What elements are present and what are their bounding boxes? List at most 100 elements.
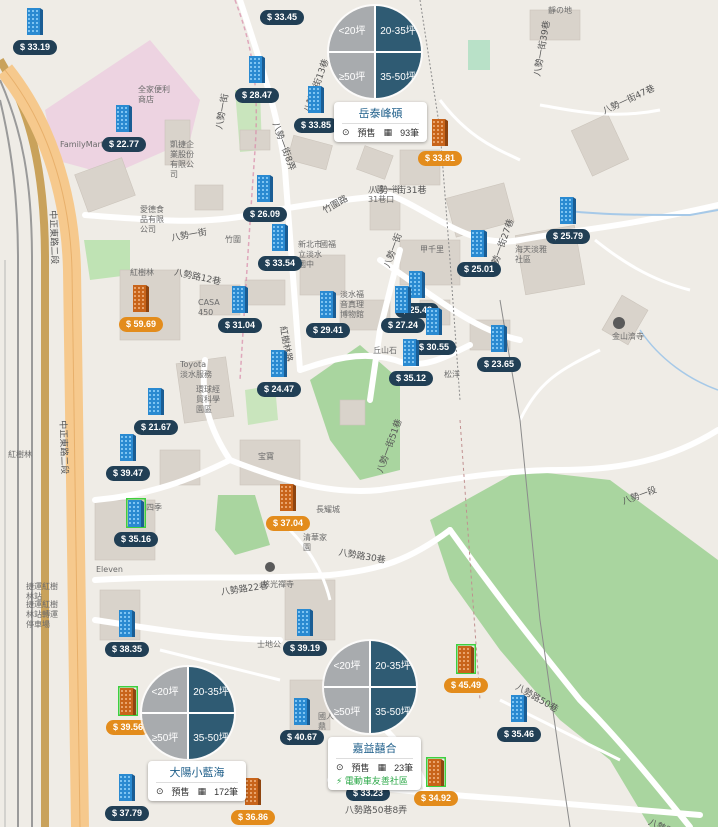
- size-bucket-bl[interactable]: ≥50坪: [324, 687, 370, 733]
- price-label[interactable]: $ 45.49: [443, 678, 489, 693]
- building-icon: [126, 498, 146, 528]
- size-bucket-tr[interactable]: 20-35坪: [188, 667, 234, 713]
- price-label[interactable]: $ 35.16: [113, 532, 159, 547]
- poi-zhuwei: 竹圍: [225, 235, 241, 244]
- price-label[interactable]: $ 34.92: [413, 791, 459, 806]
- poi-bus-stop: 八勢一街 31巷口: [368, 185, 400, 204]
- price-label[interactable]: $ 29.41: [305, 323, 351, 338]
- building-icon: [116, 105, 132, 132]
- building-icon: [118, 686, 138, 716]
- building-icon: [308, 86, 324, 113]
- cluster-yuetai-pie[interactable]: <20坪 20-35坪 ≥50坪 35-50坪: [329, 6, 421, 98]
- poi-tudigong: 士地公: [257, 640, 281, 649]
- sale-status: 預售: [351, 763, 370, 773]
- size-bucket-tr[interactable]: 20-35坪: [375, 6, 421, 52]
- price-label[interactable]: $ 36.86: [230, 810, 276, 825]
- map-canvas[interactable]: 八勢一街八勢一街八勢路12巷八勢一街13巷八勢一街8弄八勢一街51巷八勢一街31…: [0, 0, 718, 827]
- price-label[interactable]: $ 21.67: [133, 420, 179, 435]
- building-icon: [120, 434, 136, 461]
- building-icon: [456, 644, 476, 674]
- project-title[interactable]: 嘉益囍合: [336, 740, 414, 759]
- price-label[interactable]: $ 35.12: [388, 371, 434, 386]
- poi-baobao: 宝寶: [258, 452, 274, 461]
- poi-jiaqianli: 甲千里: [420, 245, 444, 254]
- price-label[interactable]: $ 31.04: [217, 318, 263, 333]
- temple-symbol-2: [265, 562, 275, 572]
- cluster-dayang-pie[interactable]: <20坪 20-35坪 ≥50坪 35-50坪: [142, 667, 234, 759]
- record-count: 172筆: [214, 787, 239, 797]
- building-list-icon: ▦: [377, 762, 387, 772]
- size-bucket-tl[interactable]: <20坪: [324, 641, 370, 687]
- building-icon: [280, 484, 296, 511]
- price-label[interactable]: $ 40.67: [279, 730, 325, 745]
- park-area-2: [215, 495, 270, 555]
- price-label[interactable]: $ 27.24: [380, 318, 426, 333]
- cluster-yuetai-card[interactable]: 岳泰峰碩 ⊙ 預售 ▦ 93筆: [334, 102, 428, 142]
- price-label[interactable]: $ 23.65: [476, 357, 522, 372]
- poi-jinshan-temple: 金山濟寺: [612, 332, 644, 341]
- price-label[interactable]: $ 33.19: [12, 40, 58, 55]
- price-label[interactable]: $ 37.04: [265, 516, 311, 531]
- price-label[interactable]: $ 35.46: [496, 727, 542, 742]
- project-title[interactable]: 大陽小藍海: [156, 764, 239, 783]
- building-icon: [560, 197, 576, 224]
- clock-icon: ⊙: [336, 762, 344, 772]
- cluster-dayang-card[interactable]: 大陽小藍海 ⊙ 預售 ▦ 172筆: [148, 761, 247, 801]
- project-meta: ⊙ 預售 ▦ 93筆: [342, 126, 419, 139]
- price-label[interactable]: $ 59.69: [118, 317, 164, 332]
- size-bucket-bl[interactable]: ≥50坪: [329, 52, 375, 98]
- building-icon: [119, 774, 135, 801]
- size-bucket-bl[interactable]: ≥50坪: [142, 713, 188, 759]
- building-icon: [249, 56, 265, 83]
- project-title[interactable]: 岳泰峰碩: [342, 105, 420, 124]
- price-label[interactable]: $ 38.35: [104, 642, 150, 657]
- price-label[interactable]: $ 37.79: [104, 806, 150, 821]
- poi-casa: CASA 450: [198, 298, 220, 317]
- building-list-icon: ▦: [197, 786, 207, 796]
- street-label-50-lane-8: 八勢路50巷8弄: [345, 806, 408, 816]
- poi-toyota: Toyota 淡水服務: [180, 360, 212, 379]
- poi-mrt-station: 捷運紅樹 林站: [26, 582, 58, 601]
- price-label[interactable]: $ 33.85: [293, 118, 339, 133]
- poi-guofu: 國福: [320, 240, 336, 249]
- building-icon: [403, 339, 419, 366]
- price-label[interactable]: $ 25.01: [456, 262, 502, 277]
- price-label[interactable]: $ 39.47: [105, 466, 151, 481]
- poi-songyang: 松洋: [444, 370, 460, 379]
- price-label[interactable]: $ 33.81: [417, 151, 463, 166]
- price-label[interactable]: $ 33.54: [257, 256, 303, 271]
- clock-icon: ⊙: [342, 127, 350, 137]
- ev-friendly-badge: ⚡ 電動車友善社區: [336, 776, 408, 786]
- project-meta: ⊙ 預售 ▦ 23筆: [336, 761, 413, 774]
- mrt-track: [0, 57, 49, 827]
- price-label[interactable]: $ 25.79: [545, 229, 591, 244]
- green-lot-2: [468, 40, 490, 70]
- price-label[interactable]: $ 28.47: [234, 88, 280, 103]
- poi-qiushan: 丘山石: [373, 346, 397, 355]
- building-list-icon: ▦: [383, 127, 393, 137]
- poi-familymart-1: 全家便利 商店: [138, 85, 170, 104]
- building-icon: [471, 230, 487, 257]
- price-label[interactable]: $ 39.19: [282, 641, 328, 656]
- size-bucket-br[interactable]: 35-50坪: [188, 713, 234, 759]
- size-bucket-tr[interactable]: 20-35坪: [370, 641, 416, 687]
- price-label[interactable]: $ 33.45: [259, 10, 305, 25]
- cluster-jiayi-card[interactable]: 嘉益囍合 ⊙ 預售 ▦ 23筆 ⚡ 電動車友善社區: [328, 737, 422, 790]
- price-label[interactable]: $ 22.77: [101, 137, 147, 152]
- street-label-zhongzheng-east-2: 中正東路二段: [57, 420, 69, 475]
- size-bucket-br[interactable]: 35-50坪: [370, 687, 416, 733]
- building-icon: [297, 609, 313, 636]
- cluster-jiayi-pie[interactable]: <20坪 20-35坪 ≥50坪 35-50坪: [324, 641, 416, 733]
- project-meta: ⊙ 預售 ▦ 172筆: [156, 785, 238, 798]
- temple-symbol: [613, 317, 625, 329]
- size-bucket-tl[interactable]: <20坪: [329, 6, 375, 52]
- clock-icon: ⊙: [156, 786, 164, 796]
- size-bucket-tl[interactable]: <20坪: [142, 667, 188, 713]
- size-bucket-br[interactable]: 35-50坪: [375, 52, 421, 98]
- poi-ciguang-temple: 慈光禪寺: [262, 580, 294, 589]
- poi-jing: 靜の地: [548, 6, 572, 15]
- price-label[interactable]: $ 26.09: [242, 207, 288, 222]
- building-icon: [426, 308, 442, 335]
- price-label[interactable]: $ 24.47: [256, 382, 302, 397]
- poi-aide-food: 愛德食 品有限 公司: [140, 205, 164, 234]
